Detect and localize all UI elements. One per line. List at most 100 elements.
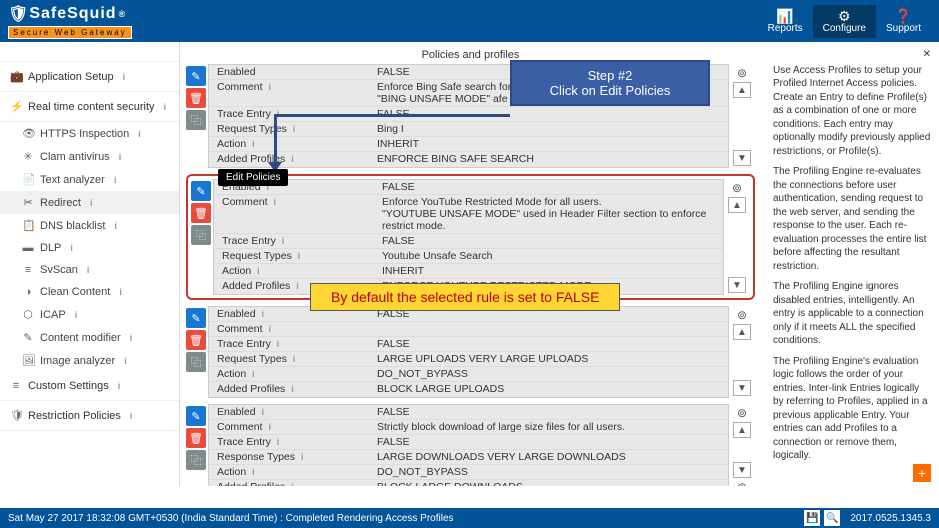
briefcase-icon: 💼 (10, 70, 22, 83)
sidebar-item-redirect[interactable]: ✂Redirecti (0, 191, 179, 214)
sidebar-label: Application Setup (28, 71, 114, 83)
clone-button[interactable]: ⿻ (186, 110, 206, 130)
gear-icon: ✳ (22, 150, 34, 163)
field-label-comment: Comment (217, 81, 263, 93)
field-label-added: Added Profiles (217, 481, 285, 486)
info-icon: i (252, 139, 255, 149)
delete-button[interactable]: 🗑 (186, 330, 206, 350)
search-icon[interactable]: 🔍 (824, 510, 840, 526)
help-paragraph: Use Access Profiles to setup your Profil… (773, 64, 931, 159)
nav-configure-label: Configure (823, 23, 866, 34)
status-bar: Sat May 27 2017 18:32:08 GMT+0530 (India… (0, 508, 939, 528)
list-icon: 📋 (22, 219, 34, 232)
move-up-button[interactable]: ▲ (733, 422, 751, 438)
sidebar-item-https[interactable]: 👁HTTPS Inspectioni (0, 122, 179, 145)
field-label-action: Action (217, 466, 246, 478)
sidebar-item-img[interactable]: 🖼Image analyzeri (0, 349, 179, 372)
rule-grid: Enabled iFALSE Comment iEnforce YouTube … (213, 179, 724, 295)
sidebar-group-app-setup[interactable]: 💼 Application Setup i (0, 62, 179, 92)
text-icon: 📄 (22, 173, 34, 186)
info-icon: i (291, 482, 294, 486)
info-icon: i (118, 381, 121, 391)
default-false-note: By default the selected rule is set to F… (310, 283, 620, 311)
sidebar-item-clean[interactable]: ◑Clean Contenti (0, 281, 179, 303)
info-icon: i (252, 467, 255, 477)
sidebar-group-restriction[interactable]: 🛡 Restriction Policies i (0, 401, 179, 431)
field-label-comment: Comment (222, 196, 268, 208)
clone-button[interactable]: ⿻ (186, 352, 206, 372)
sidebar-item-clam[interactable]: ✳Clam antivirusi (0, 145, 179, 168)
nav-reports-label: Reports (768, 23, 803, 34)
sidebar-item-label: DNS blacklist (40, 220, 105, 232)
move-up-button[interactable]: ▲ (728, 197, 746, 213)
sidebar-top-strip (0, 42, 179, 62)
nav-support[interactable]: ❓ Support (876, 5, 931, 38)
sidebar-item-label: DLP (40, 242, 61, 254)
field-value: FALSE (369, 435, 728, 449)
move-down-button[interactable]: ▼ (733, 462, 751, 478)
field-value: Youtube Unsafe Search (374, 249, 723, 263)
save-icon[interactable]: 💾 (804, 510, 820, 526)
nav-reports[interactable]: 📊 Reports (758, 5, 813, 38)
move-down-button[interactable]: ▼ (733, 380, 751, 396)
scissors-icon: ✂ (22, 196, 34, 209)
sidebar-item-dnsbl[interactable]: 📋 DNS blacklist i (0, 214, 179, 237)
clone-button[interactable]: ⿻ (186, 450, 206, 470)
field-label-comment: Comment (217, 421, 263, 433)
move-down-button[interactable]: ▼ (728, 277, 746, 293)
sidebar-group-rtcs[interactable]: ⚡ Real time content security i (0, 92, 179, 122)
move-down-button[interactable]: ▼ (733, 150, 751, 166)
info-icon: i (268, 82, 271, 92)
sidebar-group-custom[interactable]: ≡ Custom Settings i (0, 372, 179, 401)
sidebar-item-text[interactable]: 📄Text analyzeri (0, 168, 179, 191)
eye-icon: 👁 (22, 127, 34, 140)
delete-button[interactable]: 🗑 (186, 88, 206, 108)
gear-icon[interactable]: ⊚ (737, 480, 747, 486)
help-panel: ✕ Use Access Profiles to setup your Prof… (765, 42, 939, 486)
nav-configure[interactable]: ⚙ Configure (813, 5, 876, 38)
clone-button[interactable]: ⿻ (191, 225, 211, 245)
edit-button[interactable]: ✎ (186, 406, 206, 426)
status-text: Sat May 27 2017 18:32:08 GMT+0530 (India… (8, 513, 454, 524)
sidebar-label: Custom Settings (28, 380, 109, 392)
edit-button[interactable]: ✎ (186, 308, 206, 328)
pencil-icon: ✎ (22, 331, 34, 344)
edit-button[interactable]: ✎ (191, 181, 211, 201)
field-label-reqtypes: Request Types (222, 250, 292, 262)
sidebar-item-cmod[interactable]: ✎Content modifieri (0, 326, 179, 349)
close-icon[interactable]: ✕ (923, 49, 931, 60)
sidebar-item-icap[interactable]: ⬡ICAPi (0, 303, 179, 326)
brand-shield-icon: 🛡 (8, 4, 29, 24)
sidebar-item-svscan[interactable]: ≡SvScani (0, 259, 179, 281)
field-value (369, 322, 728, 336)
center-pane: Policies and profiles ✎ 🗑 ⿻ EnabledFALSE… (180, 42, 939, 486)
info-icon: i (257, 266, 260, 276)
edit-button[interactable]: ✎ (186, 66, 206, 86)
gear-icon[interactable]: ⊚ (737, 308, 747, 322)
sidebar-item-dlp[interactable]: ▬DLPi (0, 237, 179, 259)
field-value: INHERIT (374, 264, 723, 278)
field-label-action: Action (217, 368, 246, 380)
rule-grid: Enabled iFALSE Comment iStrictly block d… (208, 404, 729, 486)
info-icon: i (252, 369, 255, 379)
move-up-button[interactable]: ▲ (733, 82, 751, 98)
info-icon: i (114, 221, 117, 231)
field-label-restypes: Response Types (217, 451, 295, 463)
info-icon: i (261, 309, 264, 319)
registered-icon: ® (119, 9, 127, 19)
move-up-button[interactable]: ▲ (733, 324, 751, 340)
info-icon: i (261, 407, 264, 417)
field-value: Strictly block download of large size fi… (369, 420, 728, 434)
gear-icon[interactable]: ⊚ (732, 181, 742, 195)
gear-icon[interactable]: ⊚ (737, 406, 747, 420)
support-icon: ❓ (886, 9, 921, 23)
field-label-comment: Comment (217, 323, 263, 335)
delete-button[interactable]: 🗑 (186, 428, 206, 448)
sidebar-label: Restriction Policies (28, 410, 121, 422)
info-icon: i (301, 452, 304, 462)
step-callout: Step #2 Click on Edit Policies (510, 60, 710, 106)
field-value: LARGE UPLOADS VERY LARGE UPLOADS (369, 352, 728, 366)
gear-icon[interactable]: ⊚ (737, 66, 747, 80)
field-value: Bing I (369, 122, 728, 136)
delete-button[interactable]: 🗑 (191, 203, 211, 223)
